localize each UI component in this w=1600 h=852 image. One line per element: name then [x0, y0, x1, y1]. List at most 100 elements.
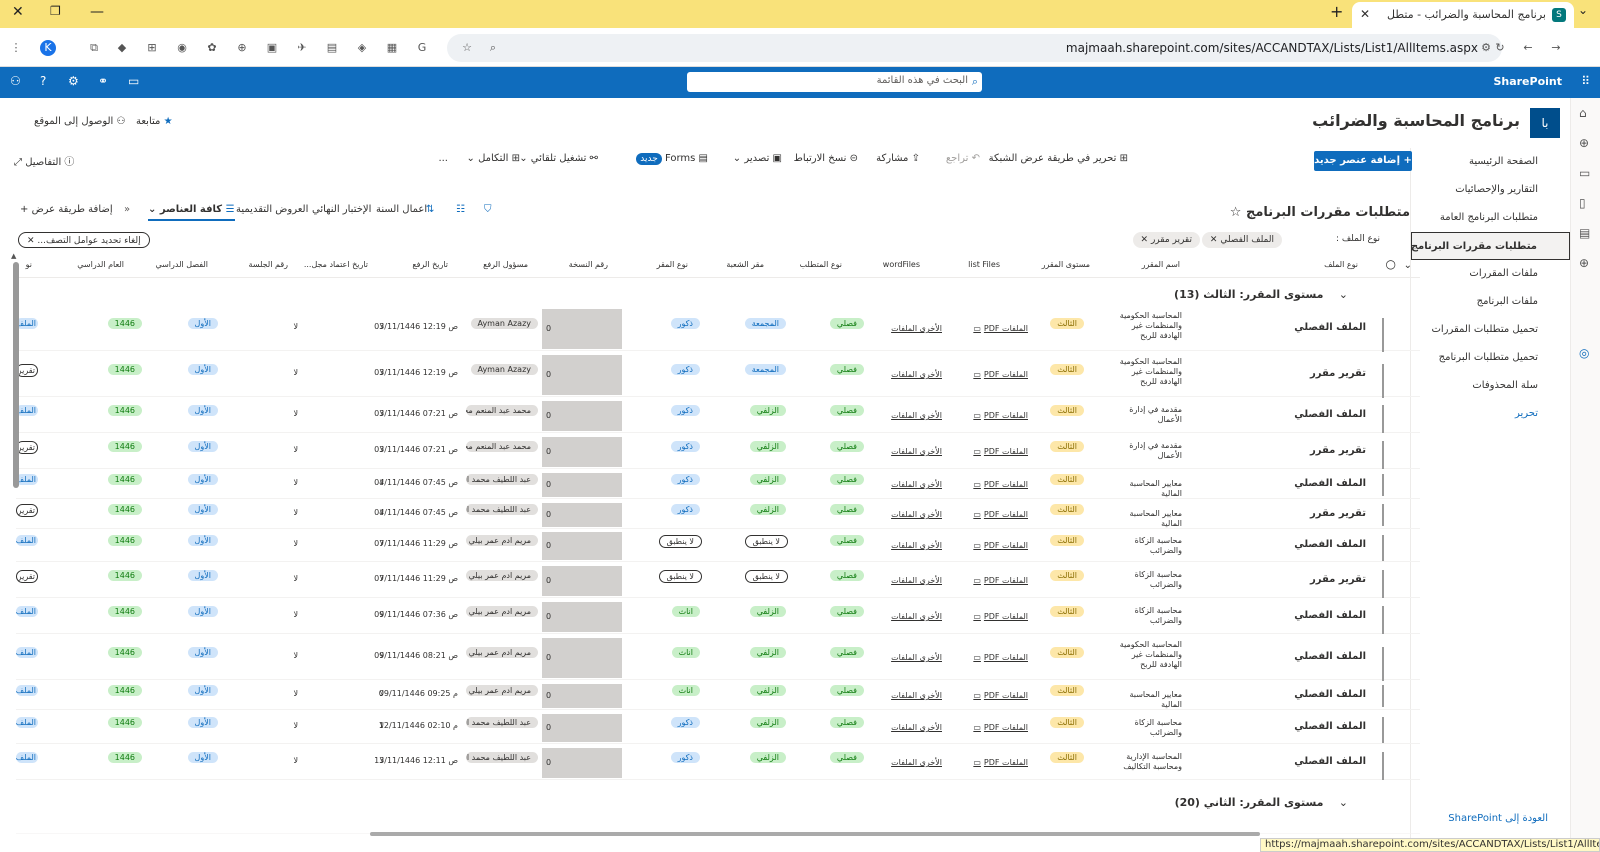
site-access-button[interactable]: ⚇ الوصول إلى الموقع: [34, 116, 125, 127]
extension-icon[interactable]: ◈: [354, 40, 370, 56]
filter-icon[interactable]: ⛉: [484, 204, 492, 215]
vertical-scrollbar[interactable]: ▲: [10, 252, 20, 832]
table-row[interactable]: الملف الفصلي محاسبة الزكاة والضرائب الثالث…: [16, 530, 1420, 562]
column-header[interactable]: wordFiles: [883, 260, 920, 269]
pdf-files-link[interactable]: الملفات PDF▭: [973, 480, 1028, 489]
extension-icon[interactable]: ⊕: [234, 40, 250, 56]
other-files-link[interactable]: الأخرى الملفات: [891, 541, 942, 550]
details-button[interactable]: ⓘ التفاصيل ⤢: [14, 153, 74, 168]
integrate-button[interactable]: ⊞ التكامل ⌄: [467, 153, 520, 164]
column-header[interactable]: نوع المقر: [657, 260, 688, 269]
copy-link-button[interactable]: ⊝ نسخ الارتباط: [794, 153, 858, 164]
help-icon[interactable]: ?: [40, 74, 46, 88]
forward-icon[interactable]: ←: [1520, 40, 1536, 56]
close-tab-icon[interactable]: ✕: [1360, 7, 1370, 21]
nav-item-home[interactable]: الصفحة الرئيسية: [1411, 148, 1570, 176]
column-header[interactable]: رقم النسخة: [569, 260, 608, 269]
other-files-link[interactable]: الأخرى الملفات: [891, 612, 942, 621]
bookmark-star-icon[interactable]: ☆: [459, 40, 475, 56]
automate-button[interactable]: ⚯ تشغيل تلقائي ⌄: [519, 153, 598, 164]
news-icon[interactable]: ▭: [1579, 166, 1590, 180]
file-type-cell[interactable]: الملف الفصلي: [1294, 322, 1366, 333]
minimize-window-icon[interactable]: —: [90, 4, 104, 20]
nav-item-course-requirements[interactable]: متطلبات مقررات البرنامج: [1411, 232, 1570, 260]
copilot-icon[interactable]: ◎: [1579, 346, 1589, 360]
other-files-link[interactable]: الأخرى الملفات: [891, 480, 942, 489]
other-files-link[interactable]: الأخرى الملفات: [891, 723, 942, 732]
file-type-cell[interactable]: الملف الفصلي: [1294, 409, 1366, 420]
other-files-link[interactable]: الأخرى الملفات: [891, 758, 942, 767]
column-header[interactable]: list Files: [968, 260, 1000, 269]
extension-icon[interactable]: ✿: [204, 40, 220, 56]
file-type-cell[interactable]: الملف الفصلي: [1294, 689, 1366, 700]
export-button[interactable]: ▣ تصدير ⌄: [733, 153, 782, 164]
home-icon[interactable]: ⌂: [1579, 106, 1587, 120]
column-header[interactable]: مستوى المقرر: [1042, 260, 1090, 269]
site-title[interactable]: برنامج المحاسبة والضرائب: [1312, 111, 1520, 130]
nav-item-upload-program-reqs[interactable]: تحميل متطلبات البرنامج: [1411, 344, 1570, 372]
nav-edit-link[interactable]: تحرير: [1411, 400, 1570, 428]
pdf-files-link[interactable]: الملفات PDF▭: [973, 447, 1028, 456]
file-type-cell[interactable]: الملف الفصلي: [1294, 756, 1366, 767]
extension-icon[interactable]: ◉: [174, 40, 190, 56]
group-header[interactable]: ⌄ مستوى المقرر: الثالث (13): [1174, 288, 1348, 301]
create-icon[interactable]: ⊕: [1579, 256, 1589, 270]
table-row[interactable]: الملف الفصلي معايير المحاسبة المالية الثال…: [16, 471, 1420, 499]
lists-icon[interactable]: ▤: [1579, 226, 1590, 240]
pdf-files-link[interactable]: الملفات PDF▭: [973, 324, 1028, 333]
column-header[interactable]: نوع الملف: [1324, 260, 1358, 269]
extension-icon[interactable]: ▣: [264, 40, 280, 56]
filter-pill[interactable]: الملف الفصلي ✕: [1201, 232, 1282, 248]
extension-icon[interactable]: G: [414, 40, 430, 56]
other-files-link[interactable]: الأخرى الملفات: [891, 447, 942, 456]
extensions-icon[interactable]: ⧉: [86, 40, 102, 56]
pdf-files-link[interactable]: الملفات PDF▭: [973, 691, 1028, 700]
clear-filters-button[interactable]: إلغاء تحديد عوامل التصف... ✕: [18, 232, 150, 248]
pdf-files-link[interactable]: الملفات PDF▭: [973, 576, 1028, 585]
column-header[interactable]: نوع المتطلب: [800, 260, 842, 269]
column-header[interactable]: مسؤول الرفع: [483, 260, 528, 269]
close-window-icon[interactable]: ✕: [12, 4, 24, 20]
table-row[interactable]: تقرير مقرر المحاسبة الحكومية والمنظمات غي…: [16, 353, 1420, 398]
other-files-link[interactable]: الأخرى الملفات: [891, 370, 942, 379]
pdf-files-link[interactable]: الملفات PDF▭: [973, 541, 1028, 550]
view-tab-final-exam[interactable]: الإختبار النهائي: [312, 204, 371, 215]
share-icon[interactable]: ⚭: [98, 74, 108, 88]
extension-icon[interactable]: ⊞: [144, 40, 160, 56]
column-header[interactable]: تاريخ الرفع: [412, 260, 448, 269]
filter-pill[interactable]: تقرير مقرر ✕: [1132, 232, 1200, 248]
column-header[interactable]: رقم الجلسة: [249, 260, 288, 269]
table-row[interactable]: تقرير مقرر معايير المحاسبة المالية الثالث ا…: [16, 501, 1420, 529]
browser-tab[interactable]: S برنامج المحاسبة والضرائب - متطل ✕: [1352, 2, 1574, 28]
menu-icon[interactable]: ⋮: [8, 40, 24, 56]
edit-grid-button[interactable]: ⊞ تحرير في طريقة عرض الشبكة: [989, 153, 1128, 164]
site-logo[interactable]: با: [1530, 108, 1560, 138]
file-type-cell[interactable]: تقرير مقرر: [1310, 368, 1366, 379]
pdf-files-link[interactable]: الملفات PDF▭: [973, 758, 1028, 767]
undo-button[interactable]: ↶ تراجع: [946, 153, 980, 164]
collapse-all-icon[interactable]: ⌄: [1404, 260, 1412, 271]
zoom-icon[interactable]: ⌕: [485, 40, 501, 56]
pdf-files-link[interactable]: الملفات PDF▭: [973, 370, 1028, 379]
nav-item-upload-course-reqs[interactable]: تحميل متطلبات المقررات: [1411, 316, 1570, 344]
table-row[interactable]: تقرير مقرر مقدمة في إدارة الأعمال الثالث ال…: [16, 435, 1420, 469]
column-header[interactable]: نو: [26, 260, 32, 269]
account-icon[interactable]: ⚇: [10, 74, 21, 88]
sharepoint-brand[interactable]: SharePoint: [1493, 75, 1562, 88]
search-input[interactable]: ⌕ البحث في هذه القائمة: [687, 72, 982, 92]
extension-icon[interactable]: ◆: [114, 40, 130, 56]
other-files-link[interactable]: الأخرى الملفات: [891, 653, 942, 662]
globe-icon[interactable]: ⊕: [1579, 136, 1589, 150]
pdf-files-link[interactable]: الملفات PDF▭: [973, 411, 1028, 420]
table-row[interactable]: الملف الفصلي محاسبة الزكاة والضرائب الثالث…: [16, 712, 1420, 744]
select-all-checkbox[interactable]: ○: [1386, 257, 1396, 271]
more-commands-button[interactable]: ...: [438, 153, 448, 164]
extension-icon[interactable]: ▤: [324, 40, 340, 56]
extension-icon[interactable]: ✈: [294, 40, 310, 56]
feedback-icon[interactable]: ▭: [128, 74, 139, 88]
file-type-cell[interactable]: تقرير مقرر: [1310, 508, 1366, 519]
restore-window-icon[interactable]: ❐: [50, 4, 61, 18]
pdf-files-link[interactable]: الملفات PDF▭: [973, 723, 1028, 732]
horizontal-scrollbar[interactable]: [370, 832, 1260, 836]
other-files-link[interactable]: الأخرى الملفات: [891, 411, 942, 420]
